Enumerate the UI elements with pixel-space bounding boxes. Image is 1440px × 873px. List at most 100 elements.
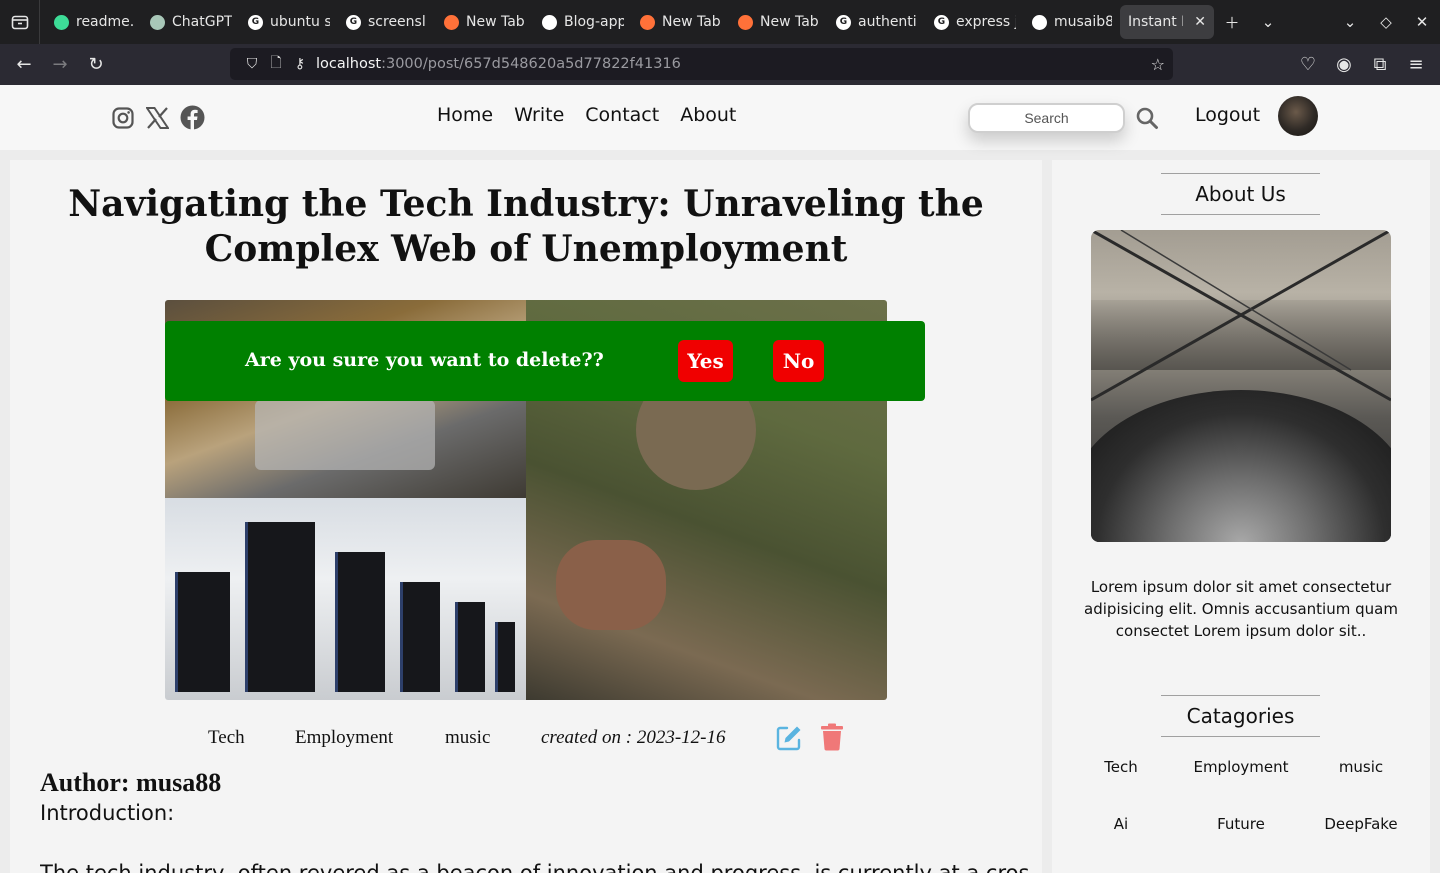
back-arrow-icon[interactable]: ← [6,44,42,85]
x-twitter-icon[interactable] [145,105,170,130]
about-us-text: Lorem ipsum dolor sit amet consectetur a… [1084,578,1398,640]
firefox-favicon-icon [640,14,655,30]
search-area [968,103,1159,133]
avatar[interactable] [1278,96,1318,136]
url-path: :3000/post/657d548620a5d77822f41316 [381,56,681,72]
reload-icon[interactable]: ↻ [78,44,114,85]
post-intro-heading: Introduction: [40,801,175,825]
search-input[interactable] [968,103,1125,133]
facebook-icon[interactable] [180,105,205,130]
browser-navigation-bar: ← → ↻ ⛉ 🗋 ⚷ localhost:3000/post/657d5486… [0,44,1440,85]
google-favicon-icon: G [248,14,263,30]
about-us-image [1091,230,1391,542]
sidebar-category-link[interactable]: Ai [1061,815,1181,833]
window-close-icon[interactable]: ✕ [1404,0,1440,44]
google-favicon-icon: G [934,14,949,30]
tab-list-chevron-icon[interactable]: ⌄ [1250,0,1286,44]
post-meta: Tech Employment music created on : 2023-… [10,723,1042,754]
browser-tab[interactable]: Gauthenti [828,5,926,39]
tab-label: readme. [76,14,134,30]
browser-tabs: readme. ChatGPT Gubuntu s Gscreensl New … [40,0,1214,44]
extensions-icon[interactable]: ⧉ [1362,44,1398,85]
menu-contact-link[interactable]: Contact [585,104,659,126]
browser-tab[interactable]: Gubuntu s [240,5,338,39]
menu-write-link[interactable]: Write [514,104,564,126]
post-created-date: created on : 2023-12-16 [541,727,726,748]
menu-about-link[interactable]: About [680,104,736,126]
edit-icon[interactable] [775,724,803,752]
url-host: localhost [316,56,382,72]
post-container: Navigating the Tech Industry: Unraveling… [10,160,1042,873]
tab-label: New Tab [662,14,721,30]
github-favicon-icon [1032,14,1047,30]
window-restore-icon[interactable]: ◇ [1368,0,1404,44]
social-links [110,105,205,130]
sidebar: About Us Lorem ipsum dolor sit amet cons… [1052,160,1430,873]
main-menu: Home Write Contact About [437,104,736,126]
tab-close-icon[interactable]: ✕ [1194,14,1206,30]
tab-favicon-icon [54,14,69,30]
sidebar-category-link[interactable]: Employment [1181,758,1301,776]
sidebar-category-link[interactable]: DeepFake [1301,815,1421,833]
server-racks-image [165,498,526,700]
sidebar-category-link[interactable]: Tech [1061,758,1181,776]
account-icon[interactable]: ◉ [1326,44,1362,85]
browser-tab[interactable]: New Tab [436,5,534,39]
new-tab-icon[interactable]: ＋ [1214,0,1250,44]
categories-heading: Catagories [1161,695,1320,737]
firefox-favicon-icon [444,14,459,30]
confirm-yes-button[interactable]: Yes [678,340,733,382]
browser-tab-bar: readme. ChatGPT Gubuntu s Gscreensl New … [0,0,1440,44]
window-minimize-icon[interactable]: ⌄ [1332,0,1368,44]
post-category-link[interactable]: Employment [295,727,393,749]
sidebar-category-link[interactable]: Future [1181,815,1301,833]
tab-label: screensl [368,14,426,30]
browser-tab[interactable]: Gscreensl [338,5,436,39]
pocket-icon[interactable]: ♡ [1290,44,1326,85]
browser-tab[interactable]: readme. [46,5,142,39]
url-text[interactable]: localhost:3000/post/657d548620a5d77822f4… [316,56,681,72]
menu-home-link[interactable]: Home [437,104,493,126]
instagram-icon[interactable] [110,105,135,130]
browser-tab[interactable]: Blog-app [534,5,632,39]
tab-label: authenti [858,14,917,30]
tab-label: express j [956,14,1016,30]
browser-tab[interactable]: New Tab [632,5,730,39]
post-category-link[interactable]: Tech [208,727,245,749]
post-title: Navigating the Tech Industry: Unraveling… [68,183,984,270]
forward-arrow-icon[interactable]: → [42,44,78,85]
post-body-text: The tech industry, often revered as a be… [40,861,1030,873]
firefox-favicon-icon [738,14,753,30]
about-us-heading: About Us [1161,173,1320,215]
browser-tab[interactable]: musaib8 [1024,5,1120,39]
tab-label: New Tab [760,14,819,30]
tab-label: Blog-app [564,14,624,30]
url-bar[interactable]: ⛉ 🗋 ⚷ localhost:3000/post/657d548620a5d7… [230,48,1173,80]
search-icon[interactable] [1135,106,1159,130]
key-icon[interactable]: ⚷ [288,56,312,72]
sidebar-category-link[interactable]: music [1301,758,1421,776]
shield-icon[interactable]: ⛉ [240,56,264,72]
bookmark-star-icon[interactable]: ☆ [1151,55,1165,74]
post-category-link[interactable]: music [445,727,490,749]
hamburger-menu-icon[interactable]: ≡ [1398,44,1434,85]
openai-favicon-icon [150,14,165,30]
logout-link[interactable]: Logout [1195,104,1260,126]
browser-tab[interactable]: ChatGPT [142,5,240,39]
tab-label: ubuntu s [270,14,330,30]
browser-tab-active[interactable]: Instant Bl ✕ [1120,5,1214,39]
site-header: Home Write Contact About Logout [0,85,1440,150]
confirm-no-button[interactable]: No [773,340,824,382]
delete-confirm-dialog: Are you sure you want to delete?? Yes No [165,321,925,401]
google-favicon-icon: G [836,14,851,30]
post-author: Author: musa88 [40,768,222,797]
trash-icon[interactable] [820,723,844,751]
github-favicon-icon [542,14,557,30]
tab-label: New Tab [466,14,525,30]
tab-label: ChatGPT [172,14,232,30]
google-favicon-icon: G [346,14,361,30]
browser-tab[interactable]: New Tab [730,5,828,39]
browser-tab[interactable]: Gexpress j [926,5,1024,39]
page-icon: 🗋 [270,55,282,71]
tab-overview-icon[interactable] [0,0,40,44]
